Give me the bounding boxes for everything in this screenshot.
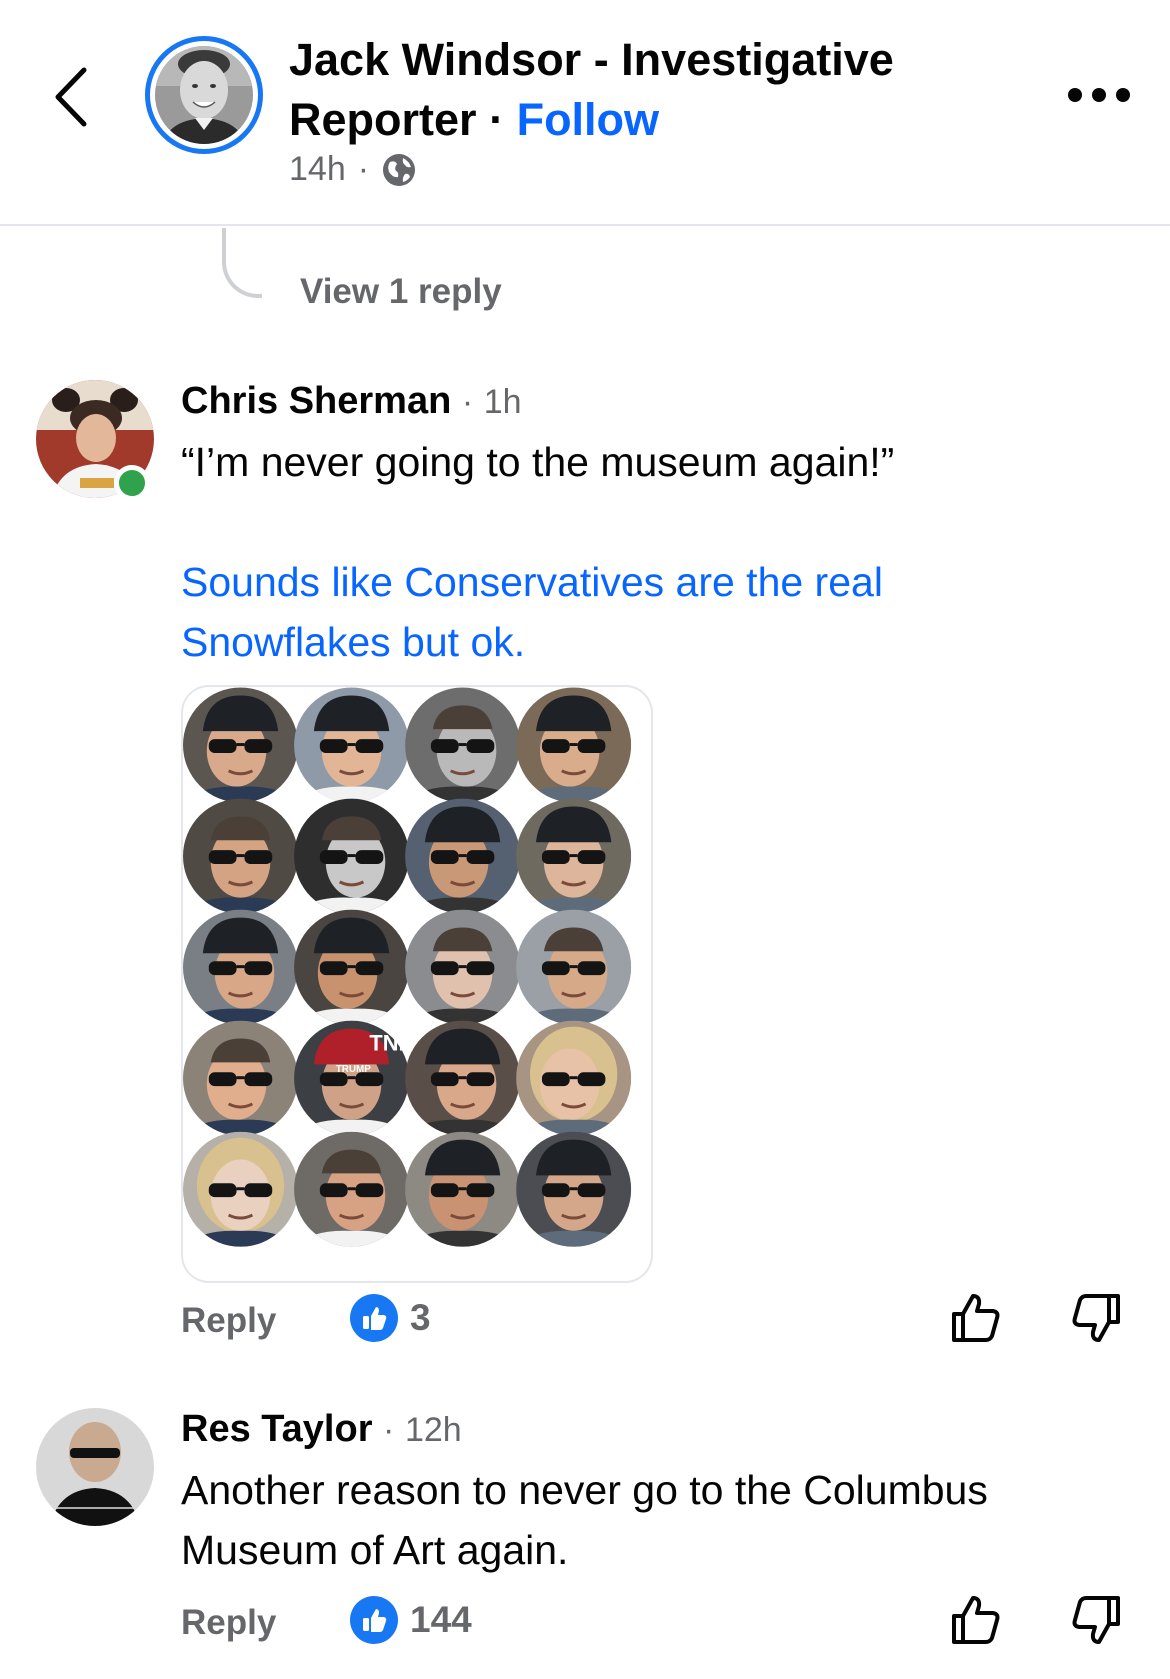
thumbs-down-icon [1072,1596,1120,1644]
author-avatar[interactable] [145,36,263,154]
collage-face [516,1131,632,1247]
collage-face [294,687,410,803]
thumbs-down-icon [1072,1294,1120,1342]
comment-link-text[interactable]: Sounds like Conservatives are the real S… [181,552,1041,672]
collage-face [405,1131,521,1247]
upvote-button[interactable] [948,1290,1004,1346]
reaction-summary[interactable]: 3 [350,1294,431,1342]
collage-face [183,1131,299,1247]
comment-author[interactable]: Chris Sherman [181,380,451,422]
collage-overlay-text: TNN [369,1030,414,1055]
time-separator: · [383,1411,395,1449]
collage-face [183,1020,299,1136]
reply-thread-line [222,228,262,298]
collage-face [183,687,299,803]
collage-face [405,909,521,1025]
time-separator: · [461,383,474,421]
more-options-button[interactable] [1068,80,1130,110]
collage-face [516,798,632,914]
reply-button[interactable]: Reply [181,1603,276,1643]
more-dot [1092,88,1106,102]
comment-author[interactable]: Res Taylor [181,1408,372,1450]
comment-author-line: Chris Sherman · 1h [181,380,522,423]
thumbs-up-icon [952,1596,1000,1644]
reaction-summary[interactable]: 144 [350,1596,472,1644]
reaction-count: 3 [410,1297,431,1338]
like-icon [350,1596,398,1644]
meta-separator: · [357,150,370,188]
post-author-line: Jack Windsor - Investigative Reporter · … [289,30,969,150]
collage-face [405,798,521,914]
thumbs-up-icon [952,1294,1000,1342]
comment-text: “I’m never going to the museum again!” [181,439,895,485]
collage-face [405,1020,521,1136]
chevron-left-icon [55,67,87,127]
comment-time: 12h [404,1411,462,1449]
comment-time: 1h [483,383,522,421]
post-time: 14h [289,150,346,188]
author-photo [155,46,253,144]
commenter-avatar[interactable] [36,1408,154,1526]
online-status-dot [114,465,150,501]
downvote-button[interactable] [1068,1592,1124,1648]
collage-face [183,798,299,914]
comment-author-line: Res Taylor · 12h [181,1408,462,1451]
reply-button[interactable]: Reply [181,1301,276,1341]
collage-overlay-text: TRUMP [336,1064,372,1075]
post-header: Jack Windsor - Investigative Reporter · … [0,0,1170,226]
more-horizontal-icon [1068,88,1082,102]
collage-face [516,909,632,1025]
collage-face [183,909,299,1025]
downvote-button[interactable] [1068,1290,1124,1346]
separator: · [489,94,505,145]
collage-face [294,909,410,1025]
comment-text: Another reason to never go to the Columb… [181,1467,988,1573]
back-button[interactable] [48,62,98,132]
collage-face [294,1131,410,1247]
collage-face [405,687,521,803]
globe-icon [383,153,416,186]
upvote-button[interactable] [948,1592,1004,1648]
comment-image-collage[interactable]: TNN TRUMP [181,685,653,1283]
collage-face [516,1020,632,1136]
collage-face [294,798,410,914]
post-meta: 14h · [289,150,417,189]
like-icon [350,1294,398,1342]
follow-button[interactable]: Follow [517,94,659,145]
collage-face [516,687,632,803]
reaction-count: 144 [410,1599,472,1640]
commenter-photo [36,1408,154,1526]
view-replies-link[interactable]: View 1 reply [300,272,502,312]
collage-faces: TNN TRUMP [183,687,632,1247]
more-dot [1116,88,1130,102]
